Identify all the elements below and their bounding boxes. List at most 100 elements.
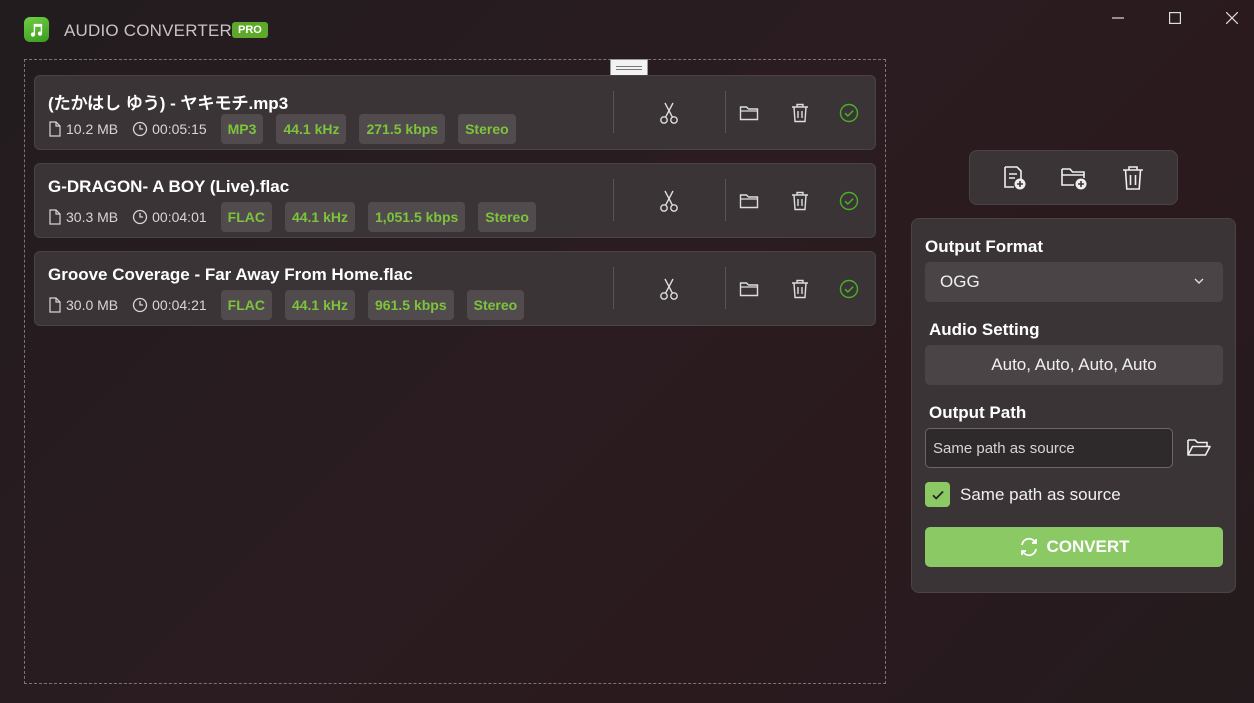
- file-duration: 00:05:15: [132, 121, 207, 137]
- file-size: 30.0 MB: [48, 297, 118, 313]
- audio-setting-value: Auto, Auto, Auto, Auto: [991, 355, 1157, 374]
- file-card[interactable]: G-DRAGON- A BOY (Live).flac 30.3 MB 00:0…: [34, 163, 876, 238]
- refresh-icon: [1021, 537, 1038, 557]
- sample-rate-tag: 44.1 kHz: [284, 290, 356, 320]
- bitrate-tag: 271.5 kbps: [359, 114, 446, 144]
- format-tag: MP3: [220, 114, 264, 144]
- file-meta: 30.0 MB 00:04:21 FLAC 44.1 kHz 961.5 kbp…: [48, 289, 537, 321]
- clear-all-button[interactable]: [1118, 163, 1148, 193]
- close-button[interactable]: [1214, 6, 1250, 30]
- scissors-icon: [660, 278, 678, 300]
- convert-button-label: CONVERT: [1046, 537, 1130, 556]
- trash-icon: [792, 191, 808, 211]
- same-path-checkbox[interactable]: [925, 482, 950, 507]
- file-duration: 00:04:21: [132, 297, 207, 313]
- open-folder-button[interactable]: [734, 98, 764, 128]
- delete-file-button[interactable]: [785, 98, 815, 128]
- drag-handle[interactable]: [610, 59, 648, 76]
- status-complete: [834, 98, 864, 128]
- close-icon: [1226, 12, 1238, 24]
- file-meta: 30.3 MB 00:04:01 FLAC 44.1 kHz 1,051.5 k…: [48, 201, 549, 233]
- trash-icon: [792, 103, 808, 123]
- file-size-value: 30.0 MB: [66, 297, 119, 313]
- file-icon: [49, 209, 61, 225]
- checkmark-icon: [931, 490, 944, 500]
- settings-panel: Output Format OGG Audio Setting Auto, Au…: [911, 218, 1236, 593]
- folder-icon: [739, 282, 759, 297]
- check-circle-icon: [839, 103, 859, 123]
- file-drop-zone[interactable]: [24, 59, 886, 684]
- file-card[interactable]: (たかはし ゆう) - ヤキモチ.mp3 10.2 MB 00:05:15 MP…: [34, 75, 876, 150]
- add-file-button[interactable]: [999, 163, 1029, 193]
- folder-icon: [739, 106, 759, 121]
- file-duration: 00:04:01: [132, 209, 207, 225]
- maximize-icon: [1169, 12, 1181, 24]
- file-icon: [49, 121, 61, 137]
- chevron-down-icon: [1194, 278, 1204, 284]
- scissors-icon: [660, 190, 678, 212]
- output-path-input[interactable]: [925, 428, 1173, 468]
- file-meta: 10.2 MB 00:05:15 MP3 44.1 kHz 271.5 kbps…: [48, 113, 529, 145]
- minimize-icon: [1112, 17, 1124, 19]
- title-bar: AUDIO CONVERTER PRO: [0, 0, 1254, 60]
- trash-icon: [792, 279, 808, 299]
- folder-icon: [739, 194, 759, 209]
- check-circle-icon: [839, 191, 859, 211]
- browse-folder-button[interactable]: [1184, 433, 1214, 463]
- add-folder-icon: [1061, 168, 1087, 190]
- app-logo-icon: [24, 17, 49, 42]
- trim-button[interactable]: [654, 98, 684, 128]
- status-complete: [834, 186, 864, 216]
- sample-rate-tag: 44.1 kHz: [276, 114, 347, 144]
- channels-tag: Stereo: [466, 290, 525, 320]
- delete-file-button[interactable]: [785, 186, 815, 216]
- file-size: 30.3 MB: [48, 209, 118, 225]
- convert-button[interactable]: CONVERT: [925, 527, 1223, 567]
- file-name: G-DRAGON- A BOY (Live).flac: [48, 177, 290, 196]
- bitrate-tag: 1,051.5 kbps: [368, 202, 466, 232]
- file-duration-value: 00:04:21: [152, 297, 207, 313]
- delete-file-button[interactable]: [785, 274, 815, 304]
- trim-button[interactable]: [654, 186, 684, 216]
- trim-button[interactable]: [654, 274, 684, 304]
- sample-rate-tag: 44.1 kHz: [284, 202, 356, 232]
- output-format-value: OGG: [940, 272, 980, 291]
- format-tag: FLAC: [220, 290, 272, 320]
- divider: [725, 267, 726, 309]
- open-folder-button[interactable]: [734, 186, 764, 216]
- open-folder-button[interactable]: [734, 274, 764, 304]
- file-card[interactable]: Groove Coverage - Far Away From Home.fla…: [34, 251, 876, 326]
- file-icon: [49, 297, 61, 313]
- minimize-button[interactable]: [1100, 6, 1136, 30]
- clock-icon: [132, 121, 148, 137]
- status-complete: [834, 274, 864, 304]
- folder-open-icon: [1187, 439, 1211, 456]
- add-folder-button[interactable]: [1059, 163, 1089, 193]
- check-circle-icon: [839, 279, 859, 299]
- audio-setting-button[interactable]: Auto, Auto, Auto, Auto: [925, 345, 1223, 385]
- output-path-label: Output Path: [929, 403, 1027, 422]
- drag-handle-grip-icon: [616, 65, 642, 70]
- clock-icon: [132, 297, 148, 313]
- file-toolbar: [969, 150, 1178, 205]
- file-name: Groove Coverage - Far Away From Home.fla…: [48, 265, 413, 284]
- pro-badge: PRO: [232, 22, 268, 38]
- file-duration-value: 00:05:15: [152, 121, 207, 137]
- output-format-select[interactable]: OGG: [925, 262, 1223, 302]
- clock-icon: [132, 209, 148, 225]
- divider: [613, 179, 614, 221]
- same-path-checkbox-label[interactable]: Same path as source: [960, 485, 1121, 505]
- bitrate-tag: 961.5 kbps: [368, 290, 454, 320]
- file-size: 10.2 MB: [48, 121, 118, 137]
- add-file-icon: [1004, 166, 1026, 190]
- divider: [725, 91, 726, 133]
- maximize-button[interactable]: [1157, 6, 1193, 30]
- divider: [613, 267, 614, 309]
- divider: [725, 179, 726, 221]
- output-format-label: Output Format: [925, 237, 1044, 256]
- scissors-icon: [660, 102, 678, 124]
- channels-tag: Stereo: [458, 114, 516, 144]
- divider: [613, 91, 614, 133]
- file-size-value: 10.2 MB: [66, 121, 119, 137]
- app-title: AUDIO CONVERTER: [64, 21, 232, 40]
